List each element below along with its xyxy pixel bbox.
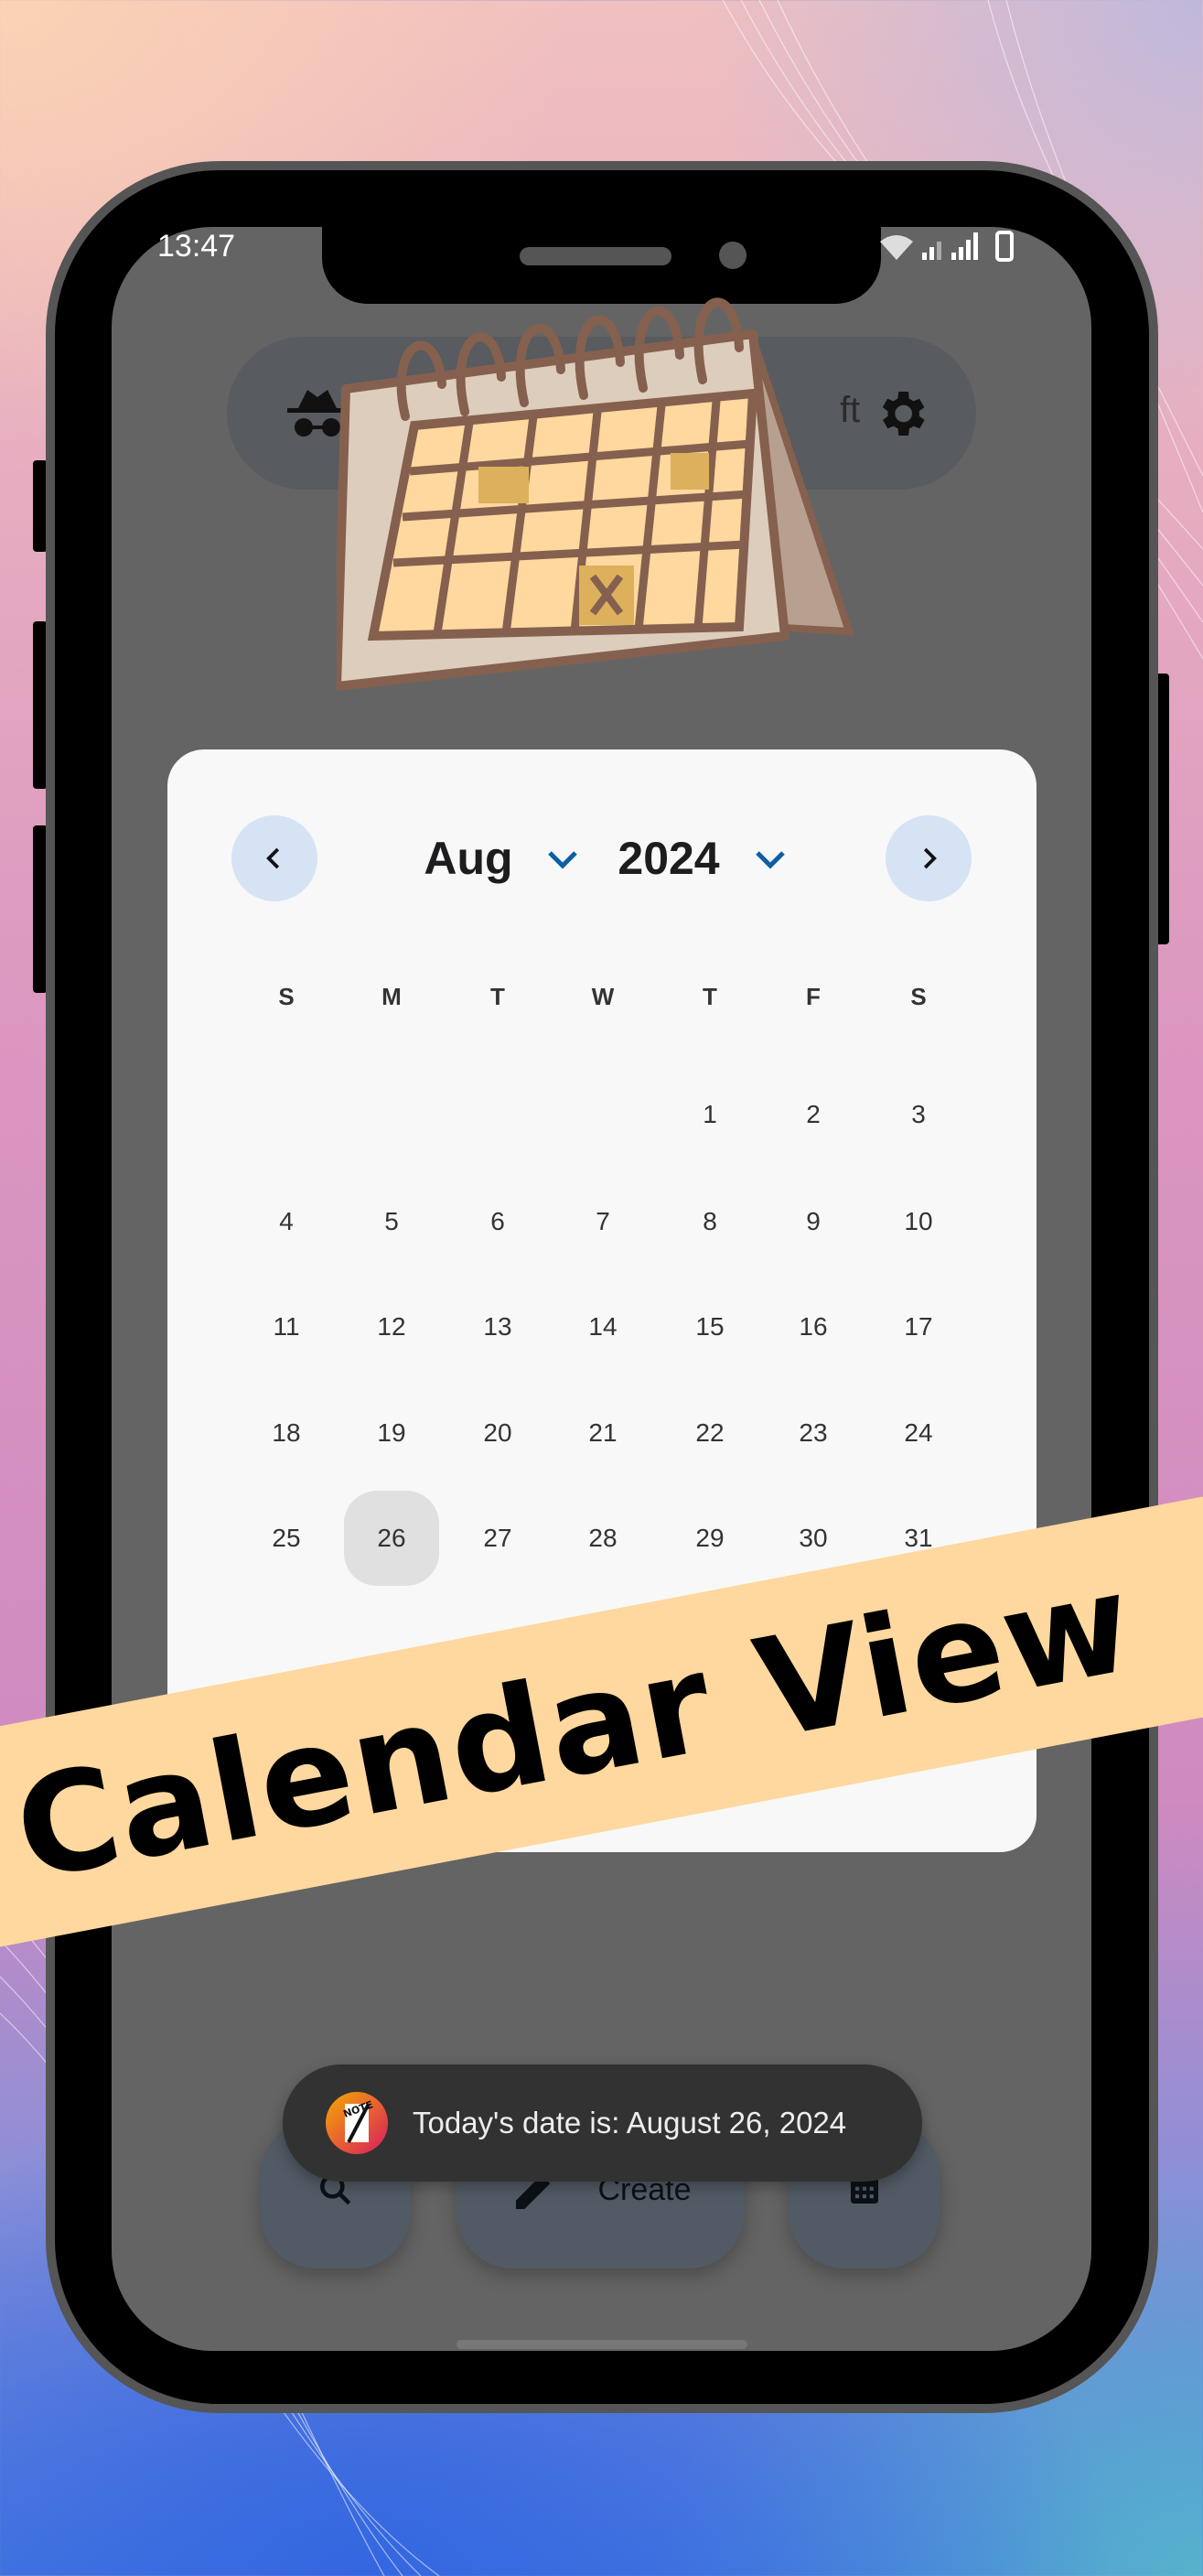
home-indicator[interactable]: [456, 2340, 747, 2349]
chevron-down-icon: [548, 851, 577, 869]
day-cell[interactable]: 21: [555, 1385, 650, 1481]
day-cell[interactable]: 18: [239, 1385, 334, 1481]
signal-icon: [922, 242, 941, 260]
weekday-header: F: [806, 982, 821, 1010]
status-time: 13:47: [157, 229, 236, 264]
note-app-icon: NOTE: [326, 2092, 388, 2154]
next-month-button[interactable]: [886, 815, 972, 901]
weekday-header: T: [490, 982, 505, 1010]
year-label: 2024: [618, 833, 720, 884]
chevron-left-icon: [266, 847, 280, 869]
weekday-header: T: [703, 982, 717, 1010]
day-cell-today[interactable]: 26: [344, 1491, 439, 1586]
day-cell[interactable]: 19: [344, 1385, 439, 1481]
day-cell[interactable]: 12: [344, 1279, 439, 1374]
day-cell[interactable]: 6: [450, 1174, 545, 1269]
toast-text: Today's date is: August 26, 2024: [413, 2106, 847, 2139]
battery-icon: [995, 231, 1014, 262]
day-cell[interactable]: 28: [555, 1491, 650, 1586]
day-cell[interactable]: 29: [662, 1491, 757, 1586]
chevron-down-icon: [756, 851, 785, 869]
day-cell[interactable]: 4: [239, 1174, 334, 1269]
day-cell[interactable]: 5: [344, 1174, 439, 1269]
weekday-header: W: [591, 982, 615, 1010]
weekday-header: M: [381, 982, 402, 1010]
day-cell[interactable]: 25: [239, 1491, 334, 1586]
day-cell[interactable]: 16: [766, 1279, 861, 1374]
day-cell[interactable]: 9: [766, 1174, 861, 1269]
day-cell[interactable]: 14: [555, 1279, 650, 1374]
day-cell[interactable]: 23: [766, 1385, 861, 1481]
wifi-icon: [880, 235, 913, 260]
weekday-header: S: [910, 982, 927, 1010]
day-cell[interactable]: 13: [450, 1279, 545, 1374]
toast-message: NOTE Today's date is: August 26, 2024: [283, 2064, 922, 2182]
day-cell[interactable]: 15: [662, 1279, 757, 1374]
day-cell[interactable]: 7: [555, 1174, 650, 1269]
day-cell[interactable]: 3: [871, 1067, 966, 1162]
signal-icon: [951, 232, 978, 260]
day-cell[interactable]: 22: [662, 1385, 757, 1481]
weekday-header: S: [278, 982, 295, 1010]
month-label: Aug: [424, 833, 513, 884]
day-cell[interactable]: 2: [766, 1067, 861, 1162]
day-cell[interactable]: 17: [871, 1279, 966, 1374]
day-cell[interactable]: 20: [450, 1385, 545, 1481]
calendar-illustration: [337, 297, 854, 691]
previous-month-button[interactable]: [231, 815, 317, 901]
day-cell[interactable]: 11: [239, 1279, 334, 1374]
day-cell[interactable]: 24: [871, 1385, 966, 1481]
day-cell[interactable]: 10: [871, 1174, 966, 1269]
status-icons: [880, 231, 1014, 262]
day-cell[interactable]: 8: [662, 1174, 757, 1269]
day-cell[interactable]: 27: [450, 1491, 545, 1586]
day-cell[interactable]: 1: [662, 1067, 757, 1162]
chevron-right-icon: [923, 847, 937, 869]
